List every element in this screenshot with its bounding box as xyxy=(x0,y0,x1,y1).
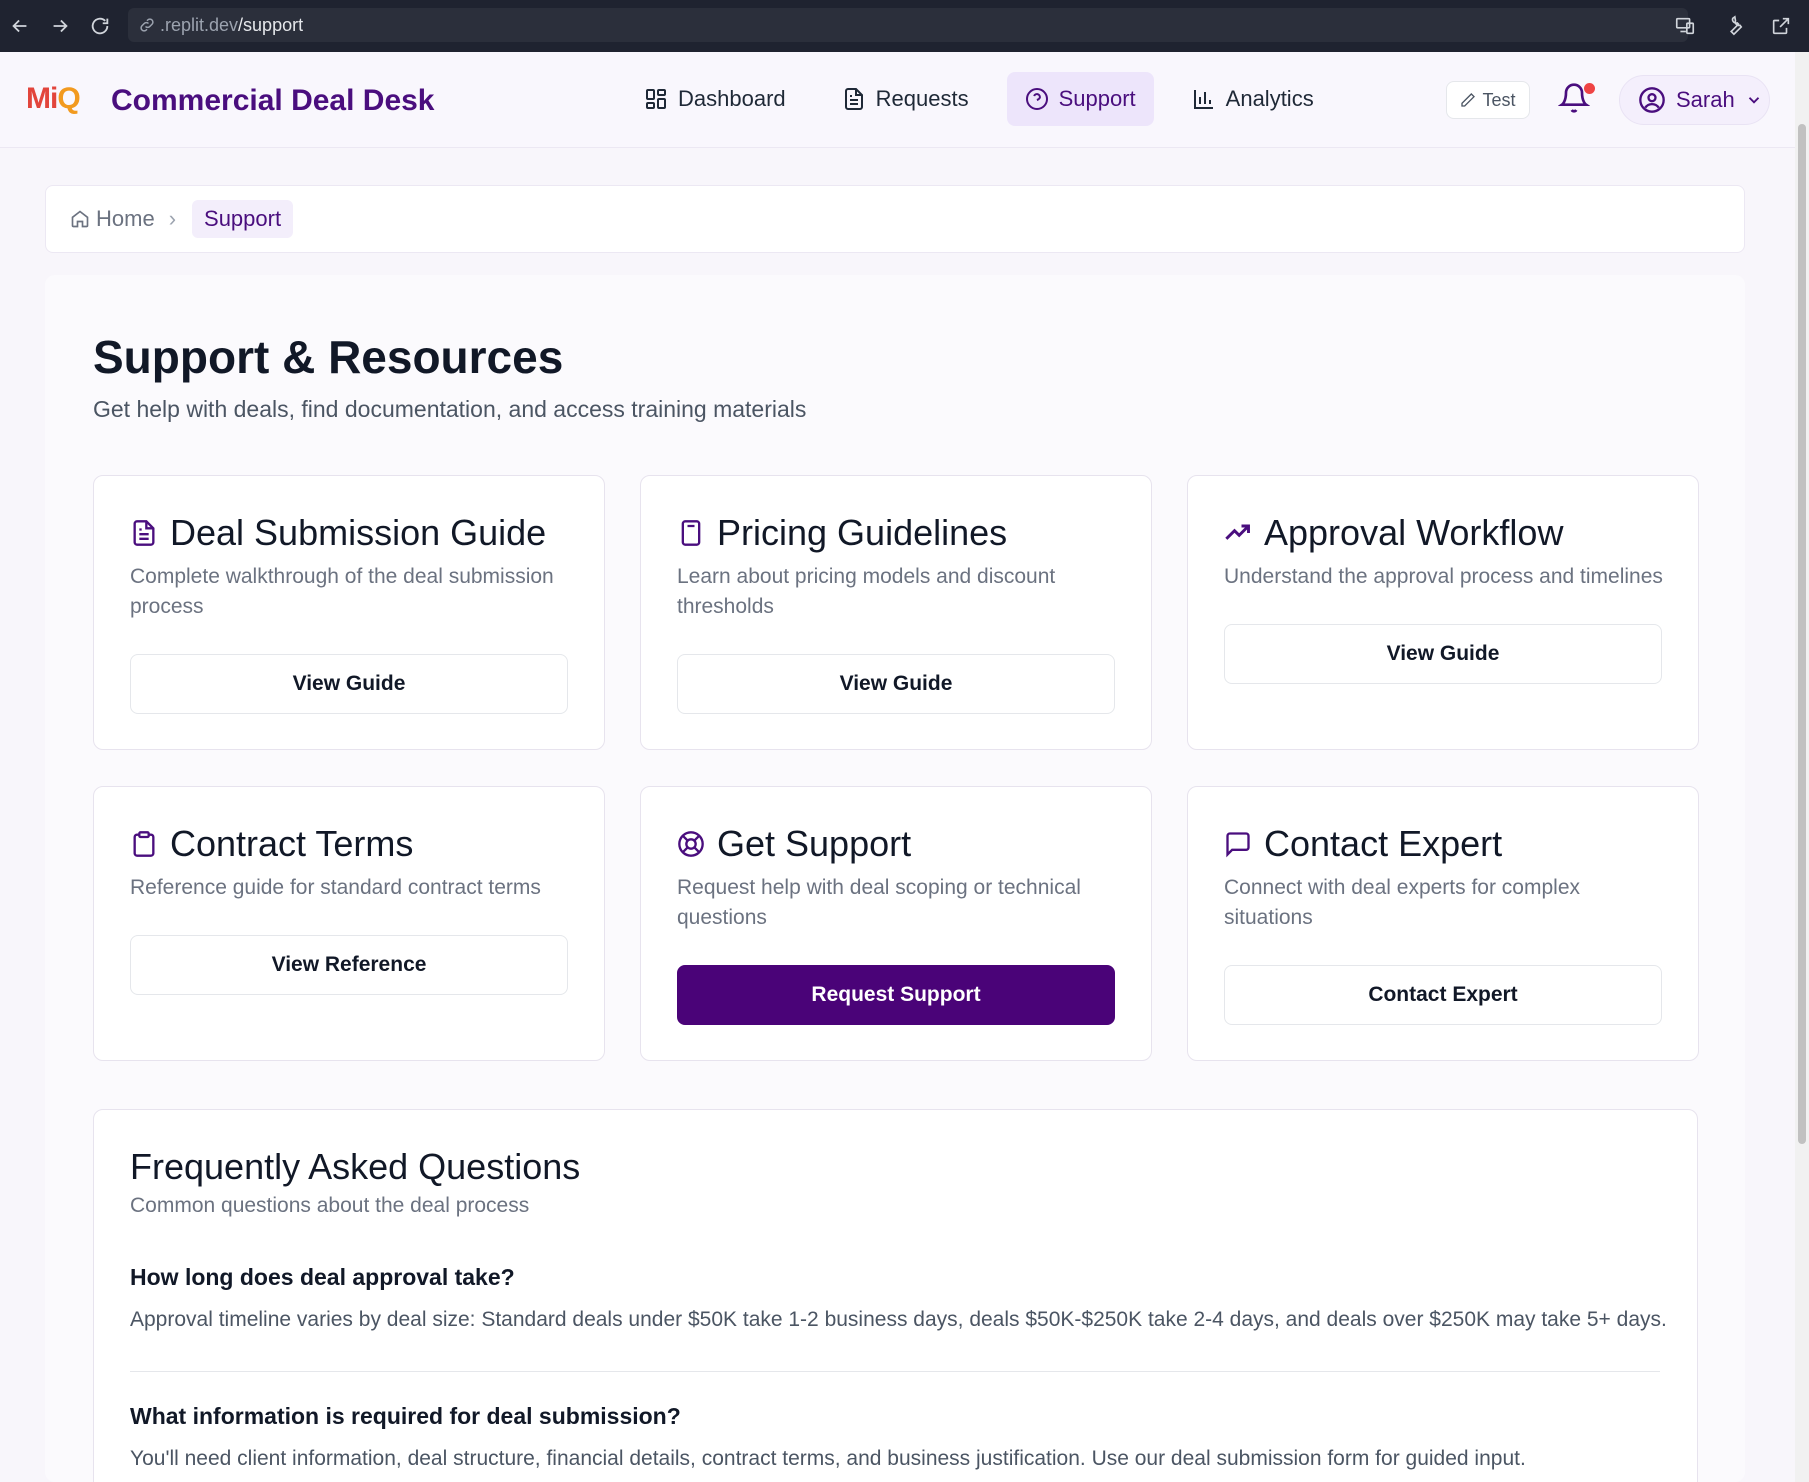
test-button[interactable]: Test xyxy=(1446,81,1530,119)
card-title: Deal Submission Guide xyxy=(170,512,547,553)
faq-answer: Approval timeline varies by deal size: S… xyxy=(130,1308,1667,1331)
chevron-down-icon xyxy=(1748,97,1759,104)
card-description: Complete walkthrough of the deal submiss… xyxy=(130,565,554,618)
user-name: Sarah xyxy=(1676,87,1735,112)
reload-button[interactable] xyxy=(80,6,120,46)
user-circle-icon xyxy=(1639,87,1665,113)
nav-analytics-label: Analytics xyxy=(1225,86,1314,111)
faq-subtitle: Common questions about the deal process xyxy=(130,1194,530,1217)
view-guide-button[interactable]: View Guide xyxy=(1224,624,1662,684)
address-bar[interactable]: .replit.dev/support xyxy=(128,8,1688,42)
faq-title: Frequently Asked Questions xyxy=(130,1146,581,1187)
card-contact-expert: Contact Expert Connect with deal experts… xyxy=(1187,786,1699,1061)
page-scrollbar[interactable] xyxy=(1795,52,1809,1482)
page-title: Support & Resources xyxy=(93,331,564,383)
nav-requests-label: Requests xyxy=(875,86,969,111)
scrollbar-thumb[interactable] xyxy=(1798,124,1806,1144)
dashboard-icon xyxy=(646,89,666,109)
open-external-button[interactable] xyxy=(1761,6,1801,46)
document-icon xyxy=(844,88,863,110)
wrench-icon xyxy=(1729,15,1743,36)
nav-analytics[interactable]: Analytics xyxy=(1174,72,1332,126)
nav-dashboard[interactable]: Dashboard xyxy=(626,72,804,126)
home-icon xyxy=(71,210,89,228)
nav-dashboard-label: Dashboard xyxy=(678,86,786,111)
tools-button[interactable] xyxy=(1713,6,1753,46)
card-description: Connect with deal experts for complex si… xyxy=(1224,876,1581,929)
devices-icon xyxy=(1675,17,1695,35)
card-description: Learn about pricing models and discount … xyxy=(677,565,1056,618)
url-path: /support xyxy=(238,14,304,35)
breadcrumb-home[interactable]: Home xyxy=(70,206,155,232)
message-square-icon xyxy=(1226,832,1250,858)
file-text-icon xyxy=(133,520,155,546)
faq-question: How long does deal approval take? xyxy=(130,1264,515,1290)
url-host: .replit.dev xyxy=(160,14,239,35)
card-deal-submission-guide: Deal Submission Guide Complete walkthrou… xyxy=(93,475,605,750)
external-link-icon xyxy=(1772,17,1790,35)
card-description: Understand the approval process and time… xyxy=(1224,565,1663,588)
card-contract-terms: Contract Terms Reference guide for stand… xyxy=(93,786,605,1061)
clipboard-icon xyxy=(133,831,155,857)
view-reference-button[interactable]: View Reference xyxy=(130,935,568,995)
devices-button[interactable] xyxy=(1665,6,1705,46)
forward-button[interactable] xyxy=(40,6,80,46)
nav-support-label: Support xyxy=(1058,86,1136,111)
faq-question: What information is required for deal su… xyxy=(130,1403,681,1429)
link-icon xyxy=(140,18,154,32)
nav-requests[interactable]: Requests xyxy=(824,72,987,126)
card-pricing-guidelines: Pricing Guidelines Learn about pricing m… xyxy=(640,475,1152,750)
arrow-left-icon xyxy=(12,19,27,33)
card-title: Contact Expert xyxy=(1264,823,1503,864)
nav-support[interactable]: Support xyxy=(1006,72,1154,126)
bar-chart-icon xyxy=(1193,90,1213,109)
help-circle-icon xyxy=(1025,88,1048,110)
page-subtitle: Get help with deals, find documentation,… xyxy=(93,396,807,422)
app-header: MiQ Commercial Deal Desk Dashboard Reque… xyxy=(0,52,1795,148)
main-nav: Dashboard Requests Support Analytics xyxy=(626,72,1332,126)
chevron-right-icon: › xyxy=(168,206,177,231)
card-get-support: Get Support Request help with deal scopi… xyxy=(640,786,1152,1061)
faq-answer: You'll need client information, deal str… xyxy=(130,1447,1526,1470)
trending-up-icon xyxy=(1225,524,1250,540)
card-description: Request help with deal scoping or techni… xyxy=(677,876,1081,929)
arrow-right-icon xyxy=(53,19,68,33)
breadcrumb-home-label: Home xyxy=(96,206,155,231)
breadcrumb: Home › Support xyxy=(45,185,1745,253)
back-button[interactable] xyxy=(0,6,40,46)
faq-section: Frequently Asked Questions Common questi… xyxy=(93,1109,1698,1482)
card-approval-workflow: Approval Workflow Understand the approva… xyxy=(1187,475,1699,750)
pencil-icon xyxy=(1461,93,1476,107)
faq-divider xyxy=(130,1371,1660,1372)
card-title: Pricing Guidelines xyxy=(717,512,1008,553)
view-guide-button[interactable]: View Guide xyxy=(677,654,1115,714)
life-buoy-icon xyxy=(678,831,704,857)
contact-expert-button[interactable]: Contact Expert xyxy=(1224,965,1662,1025)
notifications-button[interactable] xyxy=(1557,82,1595,118)
browser-toolbar: .replit.dev/support xyxy=(0,0,1809,52)
view-guide-button[interactable]: View Guide xyxy=(130,654,568,714)
breadcrumb-current: Support xyxy=(192,200,294,238)
request-support-button[interactable]: Request Support xyxy=(677,965,1115,1025)
card-title: Get Support xyxy=(717,823,912,864)
card-description: Reference guide for standard contract te… xyxy=(130,876,541,899)
app-title: Commercial Deal Desk xyxy=(111,84,435,117)
user-menu-button[interactable]: Sarah xyxy=(1619,75,1770,125)
miq-logo[interactable]: MiQ xyxy=(26,82,81,116)
notification-dot xyxy=(1584,83,1595,94)
test-button-label: Test xyxy=(1482,89,1516,110)
calculator-icon xyxy=(681,520,701,546)
card-title: Contract Terms xyxy=(170,823,414,864)
card-title: Approval Workflow xyxy=(1264,512,1564,553)
reload-icon xyxy=(91,17,109,35)
